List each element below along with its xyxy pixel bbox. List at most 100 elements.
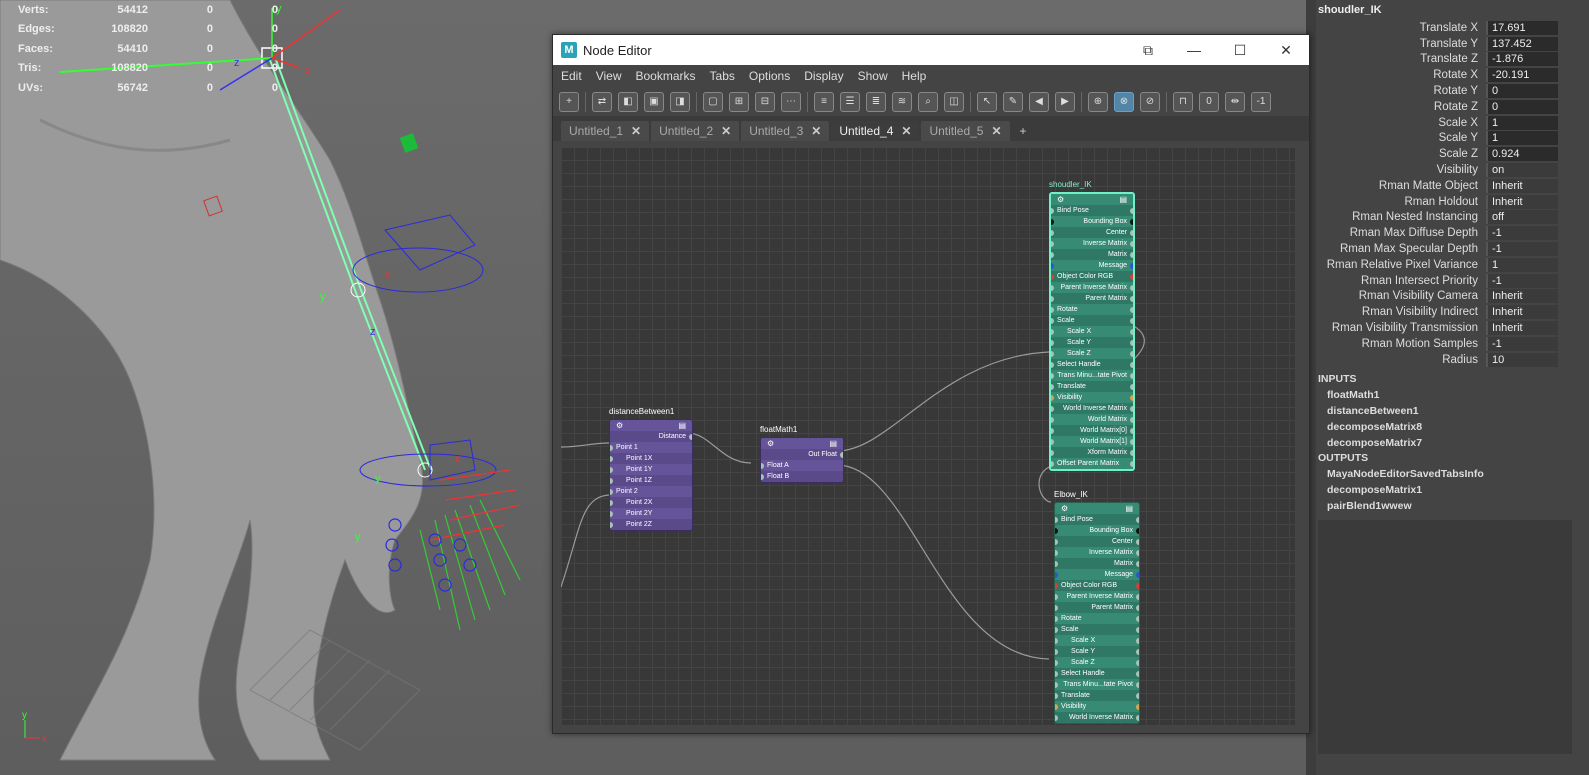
input-port[interactable] bbox=[761, 473, 764, 480]
node-attribute-row[interactable]: Out Float bbox=[761, 449, 843, 460]
close-tab-icon[interactable]: ✕ bbox=[721, 124, 731, 138]
input-port[interactable] bbox=[1051, 438, 1054, 445]
node-attribute-row[interactable]: Bounding Box bbox=[1055, 525, 1139, 536]
attr-field[interactable]: 0 bbox=[1486, 84, 1558, 99]
input-port[interactable] bbox=[1055, 692, 1058, 699]
output-port[interactable] bbox=[1136, 670, 1139, 677]
output-port[interactable] bbox=[1130, 350, 1133, 357]
output-port[interactable] bbox=[1136, 593, 1139, 600]
input-port[interactable] bbox=[610, 477, 613, 484]
input-port[interactable] bbox=[1055, 703, 1058, 710]
output-port[interactable] bbox=[1136, 582, 1139, 589]
node-attribute-row[interactable]: Translate bbox=[1055, 690, 1139, 701]
add-tab-button[interactable]: + bbox=[1012, 121, 1035, 141]
output-port[interactable] bbox=[1136, 703, 1139, 710]
attr-field[interactable]: 1 bbox=[1486, 257, 1558, 272]
input-port[interactable] bbox=[1055, 659, 1058, 666]
search-icon[interactable]: ⌕ bbox=[918, 91, 938, 112]
output-port[interactable] bbox=[1130, 317, 1133, 324]
output-port[interactable] bbox=[1130, 284, 1133, 291]
node-attribute-row[interactable]: Scale X bbox=[1051, 326, 1133, 337]
tab-untitled_5[interactable]: Untitled_5 ✕ bbox=[921, 121, 1010, 141]
frame-all-icon[interactable]: ▢ bbox=[703, 91, 723, 112]
input-port[interactable] bbox=[1055, 582, 1058, 589]
add-node-icon[interactable]: + bbox=[559, 91, 579, 112]
output-port[interactable] bbox=[1136, 626, 1139, 633]
input-port[interactable] bbox=[610, 444, 613, 451]
attr-field[interactable]: 1 bbox=[1486, 115, 1558, 130]
input-port[interactable] bbox=[1055, 648, 1058, 655]
input-connections-icon[interactable]: ◧ bbox=[618, 91, 638, 112]
output-port[interactable] bbox=[1130, 405, 1133, 412]
input-port[interactable] bbox=[1051, 328, 1054, 335]
node-graph-canvas[interactable]: distanceBetween1 ⚙ ▤ Distance Point 1 Point … bbox=[561, 147, 1295, 725]
output-port[interactable] bbox=[1130, 416, 1133, 423]
close-button[interactable]: ✕ bbox=[1263, 42, 1309, 59]
input-port[interactable] bbox=[1055, 549, 1058, 556]
input-port[interactable] bbox=[1051, 361, 1054, 368]
minimize-button[interactable]: — bbox=[1171, 42, 1217, 59]
attr-field[interactable]: -1 bbox=[1486, 226, 1558, 241]
input-port[interactable] bbox=[1051, 240, 1054, 247]
input-port[interactable] bbox=[1055, 527, 1058, 534]
node-attribute-row[interactable]: Point 1 bbox=[610, 442, 692, 453]
node-attribute-row[interactable]: Point 1Z bbox=[610, 475, 692, 486]
attr-field[interactable]: off bbox=[1486, 210, 1558, 225]
node-editor-titlebar[interactable]: M Node Editor ⧉ — ☐ ✕ bbox=[553, 35, 1309, 65]
add-selected-icon[interactable]: ⊞ bbox=[729, 91, 749, 112]
node-mode-icon[interactable]: ▤ bbox=[1125, 504, 1133, 513]
input-port[interactable] bbox=[1055, 626, 1058, 633]
attr-field[interactable]: -1 bbox=[1486, 273, 1558, 288]
node-attribute-row[interactable]: Center bbox=[1055, 536, 1139, 547]
menu-edit[interactable]: Edit bbox=[561, 69, 582, 83]
input-port[interactable] bbox=[610, 499, 613, 506]
node-attribute-row[interactable]: Point 2 bbox=[610, 486, 692, 497]
full-mode-icon[interactable]: ≣ bbox=[866, 91, 886, 112]
node-mode-icon[interactable]: ▤ bbox=[829, 439, 837, 448]
output-port[interactable] bbox=[1130, 339, 1133, 346]
input-port[interactable] bbox=[1051, 383, 1054, 390]
input-port[interactable] bbox=[1051, 273, 1054, 280]
input-port[interactable] bbox=[1055, 593, 1058, 600]
node-attribute-row[interactable]: Offset Parent Matrix bbox=[1051, 458, 1133, 469]
node-attribute-row[interactable]: Parent Inverse Matrix bbox=[1051, 282, 1133, 293]
input-port[interactable] bbox=[1051, 284, 1054, 291]
input-port[interactable] bbox=[1051, 350, 1054, 357]
output-port[interactable] bbox=[1136, 659, 1139, 666]
prev-bookmark-icon[interactable]: ◀ bbox=[1029, 91, 1049, 112]
output-port[interactable] bbox=[1130, 218, 1133, 225]
menu-bookmarks[interactable]: Bookmarks bbox=[635, 69, 695, 83]
input-port[interactable] bbox=[1055, 615, 1058, 622]
output-port[interactable] bbox=[1130, 449, 1133, 456]
output-link[interactable]: decomposeMatrix1 bbox=[1316, 482, 1589, 498]
graph-selected-icon[interactable]: ⊗ bbox=[1114, 91, 1134, 112]
node-distanceBetween1[interactable]: distanceBetween1 ⚙ ▤ Distance Point 1 Point … bbox=[609, 407, 693, 531]
menu-display[interactable]: Display bbox=[804, 69, 843, 83]
tab-untitled_3[interactable]: Untitled_3 ✕ bbox=[741, 121, 830, 141]
node-elbow-ik[interactable]: Elbow_IK ⚙ ▤ Bind Pose Bounding Box Center In… bbox=[1054, 490, 1140, 724]
node-attribute-row[interactable]: World Inverse Matrix bbox=[1051, 403, 1133, 414]
node-attribute-row[interactable]: World Matrix bbox=[1051, 414, 1133, 425]
input-port[interactable] bbox=[1051, 405, 1054, 412]
attr-field[interactable]: Inherit bbox=[1486, 194, 1558, 209]
output-port[interactable] bbox=[1136, 637, 1139, 644]
input-port[interactable] bbox=[1055, 604, 1058, 611]
output-port[interactable] bbox=[1130, 207, 1133, 214]
input-port[interactable] bbox=[1051, 229, 1054, 236]
node-editor-window[interactable]: M Node Editor ⧉ — ☐ ✕ Edit View Bookmarks T… bbox=[552, 34, 1310, 734]
input-link[interactable]: decomposeMatrix7 bbox=[1316, 435, 1589, 451]
input-port[interactable] bbox=[1055, 571, 1058, 578]
menu-view[interactable]: View bbox=[596, 69, 622, 83]
node-attribute-row[interactable]: Message bbox=[1055, 569, 1139, 580]
output-port[interactable] bbox=[1136, 692, 1139, 699]
node-attribute-row[interactable]: Point 2Y bbox=[610, 508, 692, 519]
input-port[interactable] bbox=[1055, 681, 1058, 688]
input-port[interactable] bbox=[1051, 460, 1054, 467]
node-attribute-row[interactable]: World Inverse Matrix bbox=[1055, 712, 1139, 723]
node-attribute-row[interactable]: Parent Matrix bbox=[1051, 293, 1133, 304]
output-port[interactable] bbox=[1136, 516, 1139, 523]
input-port[interactable] bbox=[1051, 262, 1054, 269]
output-port[interactable] bbox=[1130, 306, 1133, 313]
notes-area[interactable] bbox=[1318, 520, 1572, 754]
snapshot-icon[interactable]: ◫ bbox=[944, 91, 964, 112]
